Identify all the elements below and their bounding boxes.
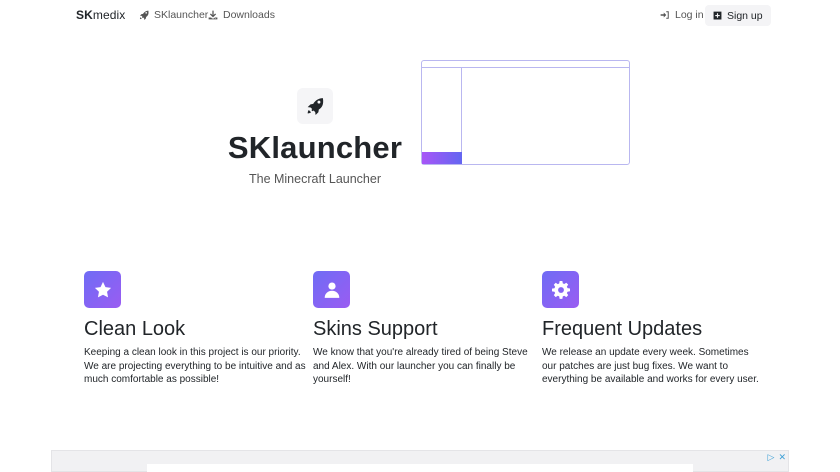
signup-button[interactable]: Sign up: [705, 5, 771, 26]
gear-icon: [551, 280, 570, 299]
star-icon: [94, 281, 111, 297]
feature-clean-look: Clean Look Keeping a clean look in this …: [84, 271, 314, 387]
hero-title: SKlauncher: [227, 130, 403, 165]
login-link[interactable]: Log in: [660, 9, 704, 21]
preview-sidebar: [422, 67, 462, 164]
nav-link-downloads[interactable]: Downloads: [208, 9, 275, 21]
rocket-icon: [307, 98, 324, 115]
hero-logo: [297, 88, 333, 124]
close-icon[interactable]: ✕: [778, 452, 786, 463]
feature-title: Frequent Updates: [542, 318, 703, 340]
feature-title: Skins Support: [313, 318, 438, 340]
rocket-icon: [139, 10, 149, 20]
feature-skins-support: Skins Support We know that you're alread…: [313, 271, 543, 387]
hero-subtitle: The Minecraft Launcher: [248, 172, 381, 186]
adchoices-icon[interactable]: ▷: [768, 452, 775, 463]
feature-description: We release an update every week. Sometim…: [542, 347, 759, 386]
feature-icon-box: [542, 271, 579, 308]
user-plus-icon: [713, 11, 722, 20]
feature-description: We know that you're already tired of bei…: [313, 347, 528, 386]
feature-title: Clean Look: [84, 318, 186, 340]
feature-description: Keeping a clean look in this project is …: [84, 347, 306, 386]
ad-choices: ▷ ✕: [768, 452, 786, 463]
feature-icon-box: [84, 271, 121, 308]
launcher-preview-window: [421, 60, 630, 165]
download-icon: [208, 10, 218, 20]
nav-link-label: Downloads: [223, 9, 275, 21]
feature-icon-box: [313, 271, 350, 308]
brand-logo[interactable]: SKmedix: [76, 8, 125, 22]
user-icon: [324, 281, 339, 298]
ad-content[interactable]: [147, 464, 693, 472]
feature-frequent-updates: Frequent Updates We release an update ev…: [542, 271, 772, 387]
nav-link-sklauncher[interactable]: SKlauncher: [139, 9, 208, 21]
advertisement-banner[interactable]: ▷ ✕: [51, 450, 789, 472]
preview-sidebar-highlight: [422, 152, 462, 164]
login-label: Log in: [675, 9, 704, 21]
top-navbar: SKmedix SKlauncher Downloads Log in Sign…: [0, 0, 840, 32]
sign-in-icon: [660, 11, 669, 19]
signup-label: Sign up: [727, 9, 763, 22]
nav-link-label: SKlauncher: [154, 9, 209, 21]
